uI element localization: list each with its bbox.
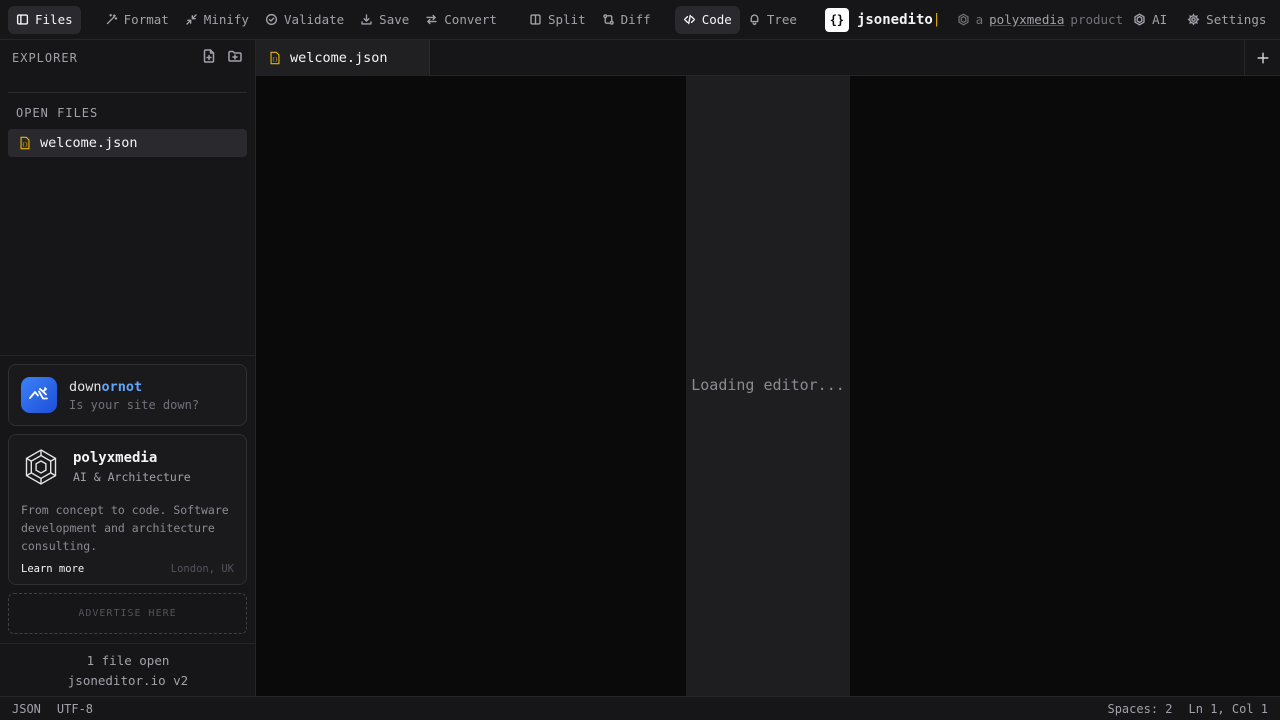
status-right: Spaces: 2 Ln 1, Col 1 [1107, 702, 1268, 716]
code-view-button[interactable]: Code [674, 5, 740, 34]
code-view-button-label: Code [701, 12, 732, 27]
polyxmedia-location: London, UK [170, 563, 234, 575]
polyxmedia-name: polyxmedia [73, 450, 158, 466]
polyxmedia-link[interactable]: polyxmedia [989, 12, 1064, 27]
file-count: 1 file open [86, 653, 170, 668]
tree-view-button[interactable]: Tree [740, 6, 805, 34]
convert-button[interactable]: Convert [417, 6, 505, 34]
settings-button-label: Settings [1206, 12, 1267, 27]
braces-logo-icon: {} [824, 7, 849, 32]
file-plus-icon [203, 49, 215, 63]
byline-suffix: product [1070, 12, 1124, 27]
explorer-divider [8, 92, 247, 93]
new-tab-button[interactable] [1244, 40, 1280, 76]
loading-text: Loading editor... [691, 376, 845, 394]
wand-icon [106, 13, 117, 25]
json-file-icon: {} [270, 51, 280, 65]
polyxmedia-logo-icon [25, 449, 57, 485]
explorer-title: EXPLORER [12, 51, 78, 65]
brand[interactable]: {} jsonedito | [824, 7, 941, 32]
hexagon-logo-icon [958, 13, 969, 26]
polyxmedia-header: polyxmedia AI & Architecture [21, 447, 234, 487]
new-folder-button[interactable] [227, 48, 243, 68]
sidebar-section-divider [0, 355, 255, 356]
downornot-logo-icon [21, 377, 57, 413]
brand-name: jsonedito [856, 11, 933, 28]
encoding-indicator[interactable]: UTF-8 [57, 702, 93, 716]
git-compare-icon [602, 14, 614, 25]
explorer-header: EXPLORER [0, 40, 255, 76]
app-version: jsoneditor.io v2 [67, 673, 189, 688]
language-indicator[interactable]: JSON [12, 702, 41, 716]
tab-label: welcome.json [290, 50, 388, 66]
plus-icon [1256, 52, 1269, 64]
tree-icon [750, 14, 759, 26]
polyxmedia-description: From concept to code. Software developme… [21, 503, 229, 553]
validate-button[interactable]: Validate [257, 6, 352, 34]
status-bar: JSON UTF-8 Spaces: 2 Ln 1, Col 1 [0, 696, 1280, 720]
minimize-arrows-icon [186, 14, 197, 25]
top-toolbar: Files Format Minify Validate Save Conver… [0, 0, 1280, 40]
downornot-text: downornot Is your site down? [69, 379, 199, 412]
downornot-ad-card[interactable]: downornot Is your site down? [8, 364, 247, 426]
polyxmedia-subtitle: AI & Architecture [73, 470, 191, 484]
polyxmedia-footer: Learn more London, UK [21, 563, 234, 575]
polyxmedia-title-block: polyxmedia AI & Architecture [73, 450, 191, 484]
sidebar-panel-icon [16, 14, 29, 25]
files-button[interactable]: Files [8, 5, 81, 34]
gear-icon [1187, 13, 1200, 26]
downornot-tagline: Is your site down? [69, 397, 200, 412]
sidebar: EXPLORER OPEN FILES {} welcome.json down… [0, 40, 256, 696]
downornot-name-a: down [69, 378, 102, 395]
sidebar-footer-divider [0, 643, 255, 644]
advertise-here-link[interactable]: ADVERTISE HERE [8, 593, 247, 634]
convert-button-label: Convert [444, 12, 497, 27]
open-files-title: OPEN FILES [16, 106, 99, 120]
downornot-name-b: ornot [101, 378, 143, 395]
new-file-button[interactable] [201, 48, 217, 68]
hexagon-logo-icon [1134, 13, 1145, 26]
diff-button-label: Diff [620, 12, 651, 27]
split-button-label: Split [547, 12, 586, 27]
cursor-position[interactable]: Ln 1, Col 1 [1189, 702, 1268, 716]
format-button-label: Format [123, 12, 169, 27]
json-file-icon: {} [20, 136, 30, 150]
indent-indicator[interactable]: Spaces: 2 [1107, 702, 1172, 716]
swap-arrows-icon [426, 14, 437, 25]
svg-text:{}: {} [272, 57, 278, 63]
status-left: JSON UTF-8 [12, 702, 93, 716]
settings-button[interactable]: Settings [1179, 6, 1274, 34]
diff-button[interactable]: Diff [594, 6, 659, 34]
downornot-name: downornot [69, 379, 199, 395]
format-button[interactable]: Format [97, 6, 177, 34]
tree-view-button-label: Tree [766, 12, 797, 27]
split-button[interactable]: Split [521, 6, 594, 34]
tab-welcome-json[interactable]: {} welcome.json [256, 40, 430, 76]
open-file-name: welcome.json [40, 135, 138, 151]
editor-tab-bar: {} welcome.json [256, 40, 1280, 76]
folder-plus-icon [228, 50, 242, 62]
ai-button-label: AI [1152, 12, 1168, 27]
check-circle-icon [265, 13, 278, 26]
svg-text:{}: {} [22, 142, 28, 148]
code-icon [683, 14, 695, 25]
minify-button[interactable]: Minify [177, 6, 257, 34]
editor-area[interactable]: Loading editor... [256, 76, 1280, 696]
save-button[interactable]: Save [352, 6, 417, 34]
brand-cursor: | [932, 12, 941, 27]
polyxmedia-byline: a polyxmedia product [957, 12, 1123, 27]
validate-button-label: Validate [283, 12, 345, 27]
files-button-label: Files [35, 12, 73, 27]
open-file-item[interactable]: {} welcome.json [8, 129, 247, 157]
minify-button-label: Minify [203, 12, 249, 27]
save-button-label: Save [379, 12, 410, 27]
explorer-actions [201, 48, 243, 68]
learn-more-link[interactable]: Learn more [21, 563, 84, 575]
polyxmedia-ad-card[interactable]: polyxmedia AI & Architecture From concep… [8, 434, 247, 585]
ai-button[interactable]: AI [1125, 6, 1175, 34]
split-view-icon [530, 14, 541, 25]
download-icon [361, 14, 372, 25]
byline-prefix: a [975, 12, 984, 27]
